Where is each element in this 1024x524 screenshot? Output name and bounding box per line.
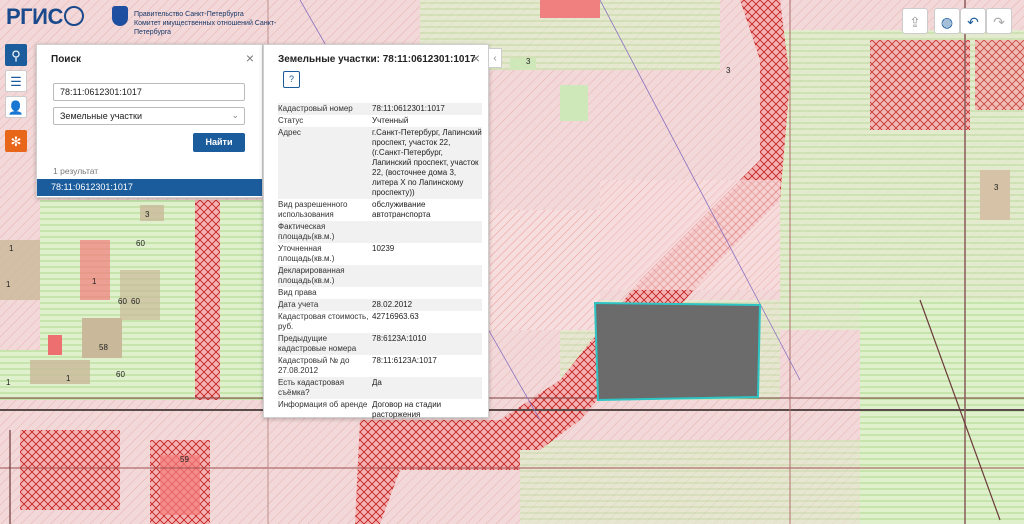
map-label: 60 xyxy=(116,370,125,379)
spb-crest-icon xyxy=(112,6,128,26)
results-count: 1 результат xyxy=(53,166,99,176)
table-row: Вид права xyxy=(278,288,317,297)
user-button[interactable]: 👤 xyxy=(5,96,27,118)
government-caption: Правительство Санкт-Петербурга Комитет и… xyxy=(134,11,277,36)
search-input[interactable]: 78:11:0612301:1017 xyxy=(53,83,245,101)
menu-icon: ☰ xyxy=(10,74,22,89)
table-row: Есть кадастровая съёмка? Да xyxy=(278,377,482,399)
layer-select-value: Земельные участки xyxy=(60,111,143,121)
search-icon: ⚲ xyxy=(11,48,21,63)
map-label: 3 xyxy=(726,66,731,75)
map-label: 1 xyxy=(6,280,11,289)
share-button[interactable]: ⇪ xyxy=(902,8,928,34)
result-item[interactable]: 78:11:0612301:1017 xyxy=(37,179,262,196)
menu-button[interactable]: ☰ xyxy=(5,70,27,92)
table-row: Уточненная площадь(кв.м.) 10239 xyxy=(278,244,395,263)
search-tool-button[interactable]: ⚲ xyxy=(5,44,27,66)
map-label: 1 xyxy=(92,277,97,286)
table-row: Кадастровый № до 27.08.2012 78:11:6123А:1… xyxy=(278,356,437,375)
document-info-icon[interactable]: ? xyxy=(283,71,300,88)
user-icon: 👤 xyxy=(7,100,25,115)
table-row: Кадастровая стоимость, руб. 42716963.63 xyxy=(278,312,419,331)
close-icon[interactable]: × xyxy=(472,50,480,66)
map-label: 60 xyxy=(118,297,127,306)
table-row: Фактическая площадь(кв.м.) xyxy=(278,221,482,243)
chevron-down-icon: ⌄ xyxy=(231,110,239,120)
table-row: Адрес г.Санкт-Петербург, Лапинский проспе… xyxy=(278,127,482,199)
search-panel-title: Поиск xyxy=(51,54,82,65)
close-icon[interactable]: × xyxy=(246,50,254,66)
attribute-table: Кадастровый номер 78:11:0612301:1017 Стат… xyxy=(278,103,482,421)
table-row: Дата учета 28.02.2012 xyxy=(278,299,482,311)
language-button[interactable]: ◍ xyxy=(934,8,960,34)
table-row: Предыдущие кадастровые номера 78:6123А:10… xyxy=(278,333,482,355)
parcel-info-panel: Земельные участки: 78:11:0612301:1017 × … xyxy=(263,44,489,421)
table-row: Информация об аренде Договор на стадии ра… xyxy=(278,400,442,419)
find-button[interactable]: Найти xyxy=(193,133,245,152)
map-label: 59 xyxy=(180,455,189,464)
share-icon: ⇪ xyxy=(909,14,921,30)
chevron-left-icon: ‹ xyxy=(493,53,497,64)
map-label: 3 xyxy=(994,183,999,192)
undo-button[interactable]: ↶ xyxy=(960,8,986,34)
map-label: 1 xyxy=(66,374,71,383)
map-label: 3 xyxy=(145,210,150,219)
info-panel-title: Земельные участки: 78:11:0612301:1017 xyxy=(278,54,476,65)
map-label: 3 xyxy=(526,57,531,66)
map-label: 60 xyxy=(131,297,140,306)
collapse-panel-button[interactable]: ‹ xyxy=(488,48,502,68)
table-row: Кадастровый номер 78:11:0612301:1017 xyxy=(278,103,482,115)
map-label: 60 xyxy=(136,239,145,248)
app-header: РГИС Правительство Санкт-Петербурга Коми… xyxy=(0,0,300,36)
table-row: Статус Учтенный xyxy=(278,116,409,125)
map-label: 1 xyxy=(9,244,14,253)
rgis-logo[interactable]: РГИС xyxy=(6,4,84,30)
map-label: 58 xyxy=(99,343,108,352)
layer-select[interactable]: Земельные участки ⌄ xyxy=(53,107,245,125)
layers-button[interactable]: ✻ xyxy=(5,130,27,152)
redo-icon: ↷ xyxy=(993,14,1005,30)
layers-icon: ✻ xyxy=(10,134,22,149)
map-label: 1 xyxy=(6,378,11,387)
globe-logo-icon xyxy=(63,6,84,26)
redo-button[interactable]: ↷ xyxy=(986,8,1012,34)
globe-icon: ◍ xyxy=(940,14,954,30)
undo-icon: ↶ xyxy=(967,14,979,30)
search-panel: Поиск × 78:11:0612301:1017 Земельные уча… xyxy=(36,44,263,198)
table-row: Вид разрешенного использования обслуживан… xyxy=(278,200,431,219)
table-row: Декларированная площадь(кв.м.) xyxy=(278,265,482,287)
